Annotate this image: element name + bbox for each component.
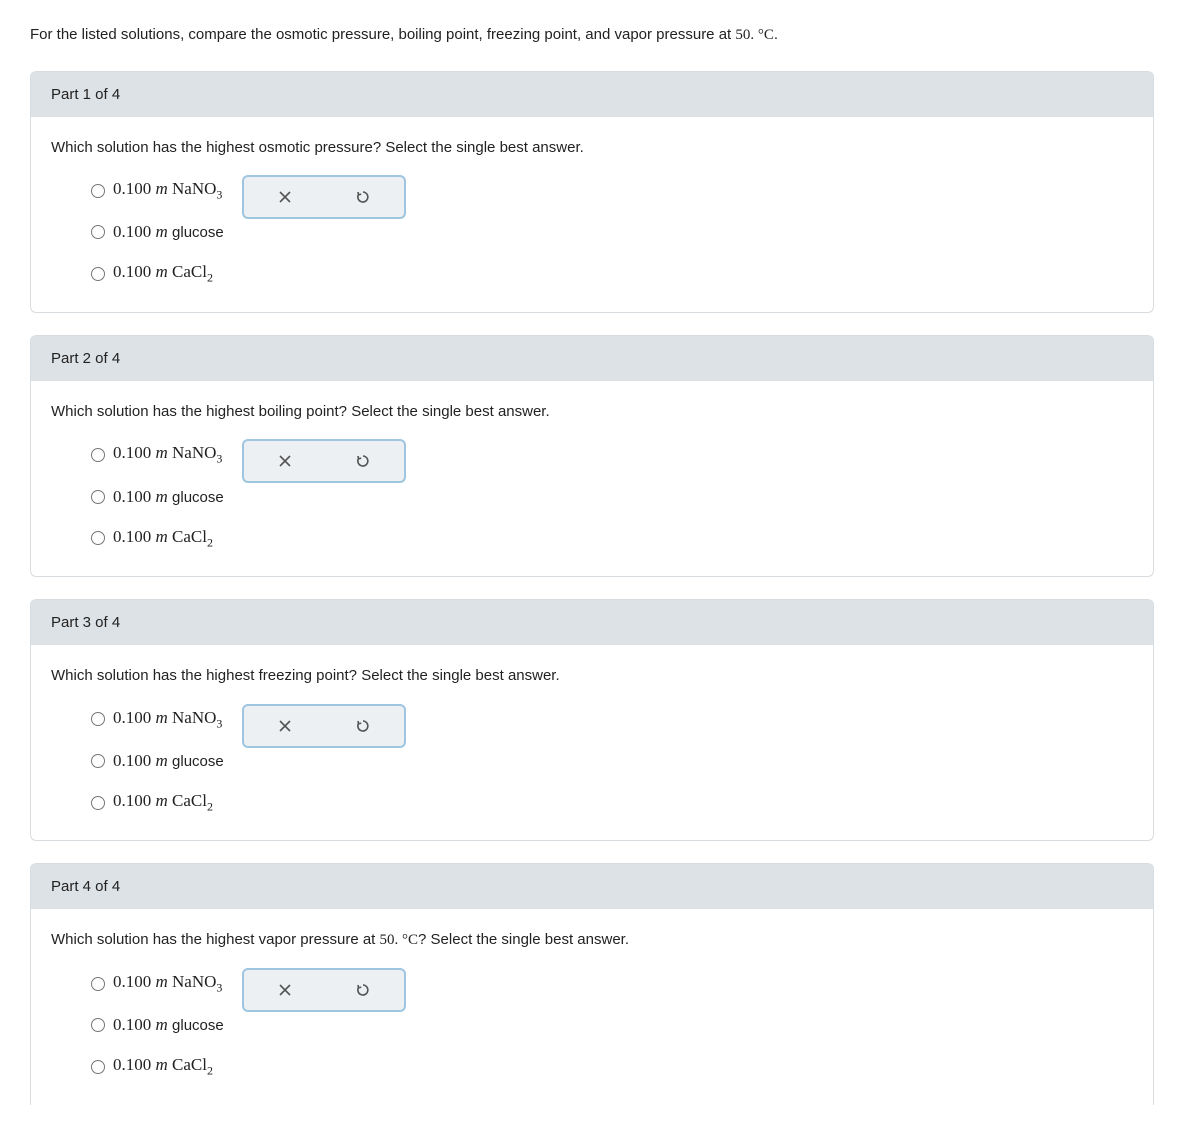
close-icon bbox=[277, 189, 293, 205]
part-2-option-1[interactable]: 0.100 m NaNO3 bbox=[91, 443, 224, 466]
part-3-option-2[interactable]: 0.100 m glucose bbox=[91, 751, 224, 771]
part-3-card: Part 3 of 4 Which solution has the highe… bbox=[30, 599, 1154, 841]
part-1-options: 0.100 m NaNO3 0.100 m glucose 0.100 m Ca… bbox=[51, 179, 224, 286]
part-4-options-row: 0.100 m NaNO3 0.100 m glucose 0.100 m Ca… bbox=[51, 972, 1133, 1079]
part-2-toolbar bbox=[242, 439, 406, 483]
part-1-option-3-label: 0.100 m CaCl2 bbox=[113, 262, 213, 285]
part-4-card: Part 4 of 4 Which solution has the highe… bbox=[30, 863, 1154, 1104]
part-3-option-2-label: 0.100 m glucose bbox=[113, 751, 224, 771]
part-2-header: Part 2 of 4 bbox=[31, 336, 1153, 381]
part-1-radio-3[interactable] bbox=[91, 267, 105, 281]
reset-icon bbox=[355, 453, 371, 469]
part-4-toolbar bbox=[242, 968, 406, 1012]
part-1-option-2-label: 0.100 m glucose bbox=[113, 222, 224, 242]
part-1-options-row: 0.100 m NaNO3 0.100 m glucose 0.100 m Ca… bbox=[51, 179, 1133, 286]
reset-button[interactable] bbox=[324, 443, 402, 479]
part-4-option-3[interactable]: 0.100 m CaCl2 bbox=[91, 1055, 224, 1078]
part-3-options: 0.100 m NaNO3 0.100 m glucose 0.100 m Ca… bbox=[51, 708, 224, 815]
part-1-question: Which solution has the highest osmotic p… bbox=[51, 137, 1133, 160]
clear-button[interactable] bbox=[246, 443, 324, 479]
part-1-header: Part 1 of 4 bbox=[31, 72, 1153, 117]
reset-icon bbox=[355, 718, 371, 734]
intro-text: For the listed solutions, compare the os… bbox=[30, 24, 1154, 47]
clear-button[interactable] bbox=[246, 179, 324, 215]
part-3-question: Which solution has the highest freezing … bbox=[51, 665, 1133, 688]
part-3-option-1[interactable]: 0.100 m NaNO3 bbox=[91, 708, 224, 731]
part-3-toolbar bbox=[242, 704, 406, 748]
part-2-options-row: 0.100 m NaNO3 0.100 m glucose 0.100 m Ca… bbox=[51, 443, 1133, 550]
part-1-toolbar bbox=[242, 175, 406, 219]
part-4-question-suffix: ? Select the single best answer. bbox=[418, 931, 629, 948]
part-4-option-2[interactable]: 0.100 m glucose bbox=[91, 1015, 224, 1035]
close-icon bbox=[277, 453, 293, 469]
part-2-question: Which solution has the highest boiling p… bbox=[51, 401, 1133, 424]
part-1-radio-1[interactable] bbox=[91, 184, 105, 198]
part-4-question-prefix: Which solution has the highest vapor pre… bbox=[51, 931, 380, 948]
part-3-radio-3[interactable] bbox=[91, 796, 105, 810]
reset-button[interactable] bbox=[324, 708, 402, 744]
close-icon bbox=[277, 718, 293, 734]
part-3-radio-1[interactable] bbox=[91, 712, 105, 726]
reset-button[interactable] bbox=[324, 972, 402, 1008]
intro-prefix: For the listed solutions, compare the os… bbox=[30, 26, 735, 43]
part-3-option-3[interactable]: 0.100 m CaCl2 bbox=[91, 791, 224, 814]
part-4-radio-2[interactable] bbox=[91, 1018, 105, 1032]
part-2-option-3[interactable]: 0.100 m CaCl2 bbox=[91, 527, 224, 550]
part-3-options-row: 0.100 m NaNO3 0.100 m glucose 0.100 m Ca… bbox=[51, 708, 1133, 815]
intro-temp: 50. °C bbox=[735, 27, 774, 43]
part-4-question: Which solution has the highest vapor pre… bbox=[51, 929, 1133, 952]
part-3-header: Part 3 of 4 bbox=[31, 600, 1153, 645]
part-1-body: Which solution has the highest osmotic p… bbox=[31, 117, 1153, 312]
part-4-option-3-label: 0.100 m CaCl2 bbox=[113, 1055, 213, 1078]
part-2-radio-3[interactable] bbox=[91, 531, 105, 545]
part-2-body: Which solution has the highest boiling p… bbox=[31, 381, 1153, 576]
clear-button[interactable] bbox=[246, 972, 324, 1008]
part-4-question-temp: 50. °C bbox=[380, 932, 419, 948]
part-1-option-1-label: 0.100 m NaNO3 bbox=[113, 179, 222, 202]
part-3-radio-2[interactable] bbox=[91, 754, 105, 768]
part-2-options: 0.100 m NaNO3 0.100 m glucose 0.100 m Ca… bbox=[51, 443, 224, 550]
part-2-radio-2[interactable] bbox=[91, 490, 105, 504]
part-2-radio-1[interactable] bbox=[91, 448, 105, 462]
close-icon bbox=[277, 982, 293, 998]
part-1-radio-2[interactable] bbox=[91, 225, 105, 239]
part-3-body: Which solution has the highest freezing … bbox=[31, 645, 1153, 840]
part-4-radio-1[interactable] bbox=[91, 977, 105, 991]
part-2-option-1-label: 0.100 m NaNO3 bbox=[113, 443, 222, 466]
part-1-option-2[interactable]: 0.100 m glucose bbox=[91, 222, 224, 242]
part-4-option-1-label: 0.100 m NaNO3 bbox=[113, 972, 222, 995]
part-3-option-3-label: 0.100 m CaCl2 bbox=[113, 791, 213, 814]
reset-icon bbox=[355, 189, 371, 205]
part-1-option-1[interactable]: 0.100 m NaNO3 bbox=[91, 179, 224, 202]
part-1-card: Part 1 of 4 Which solution has the highe… bbox=[30, 71, 1154, 313]
part-4-option-2-label: 0.100 m glucose bbox=[113, 1015, 224, 1035]
part-2-option-2[interactable]: 0.100 m glucose bbox=[91, 487, 224, 507]
part-2-option-3-label: 0.100 m CaCl2 bbox=[113, 527, 213, 550]
reset-icon bbox=[355, 982, 371, 998]
part-1-option-3[interactable]: 0.100 m CaCl2 bbox=[91, 262, 224, 285]
part-4-header: Part 4 of 4 bbox=[31, 864, 1153, 909]
part-4-body: Which solution has the highest vapor pre… bbox=[31, 909, 1153, 1104]
clear-button[interactable] bbox=[246, 708, 324, 744]
part-2-card: Part 2 of 4 Which solution has the highe… bbox=[30, 335, 1154, 577]
reset-button[interactable] bbox=[324, 179, 402, 215]
part-4-radio-3[interactable] bbox=[91, 1060, 105, 1074]
intro-suffix: . bbox=[774, 26, 778, 43]
part-2-option-2-label: 0.100 m glucose bbox=[113, 487, 224, 507]
part-4-options: 0.100 m NaNO3 0.100 m glucose 0.100 m Ca… bbox=[51, 972, 224, 1079]
part-3-option-1-label: 0.100 m NaNO3 bbox=[113, 708, 222, 731]
part-4-option-1[interactable]: 0.100 m NaNO3 bbox=[91, 972, 224, 995]
